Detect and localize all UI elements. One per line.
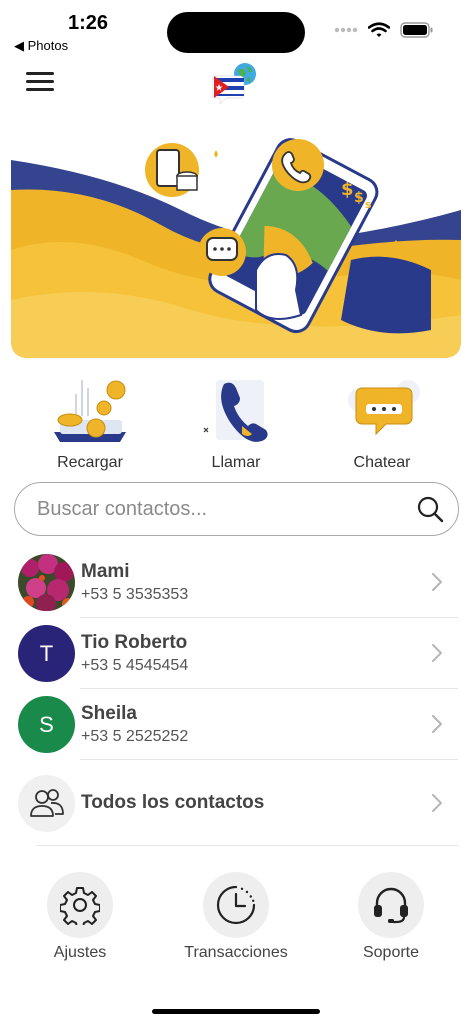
contact-row-mami[interactable]: Mami +53 5 3535353 [0, 547, 472, 618]
avatar-photo [18, 554, 75, 611]
chevron-right-icon [432, 794, 442, 812]
contact-name: Mami [81, 561, 130, 582]
home-indicator [152, 1009, 320, 1014]
chat-action-button[interactable]: Chatear [312, 370, 452, 472]
contact-row-tio-roberto[interactable]: T Tio Roberto +53 5 4545454 [0, 618, 472, 689]
app-logo [212, 63, 256, 105]
call-label: Llamar [211, 454, 261, 471]
avatar-initial: T [18, 625, 75, 682]
contact-list: Mami +53 5 3535353 T Tio Roberto +53 5 4… [0, 547, 472, 846]
recharge-coins-icon [54, 380, 126, 442]
hero-banner-illustration: $ $ s [11, 138, 461, 358]
phone-call-icon [203, 380, 268, 442]
svg-text:$: $ [341, 179, 354, 200]
status-icons [334, 22, 434, 38]
chevron-right-icon [432, 644, 442, 662]
gear-icon [60, 887, 100, 925]
contact-phone: +53 5 2525252 [81, 728, 189, 745]
chat-bubble-icon [348, 380, 420, 436]
all-contacts-label: Todos los contactos [81, 792, 265, 813]
avatar-initial: S [18, 696, 75, 753]
back-to-photos-link[interactable]: ◀ Photos [14, 38, 68, 54]
transactions-button[interactable]: Transacciones [161, 872, 311, 962]
contact-name: Tio Roberto [81, 632, 188, 653]
all-contacts-row[interactable]: Todos los contactos [0, 760, 472, 846]
search-input[interactable] [37, 497, 416, 521]
wifi-icon [368, 22, 390, 37]
hamburger-menu-button[interactable] [26, 72, 54, 94]
svg-text:s: s [365, 198, 372, 211]
battery-icon [400, 22, 433, 38]
contact-row-sheila[interactable]: S Sheila +53 5 2525252 [0, 689, 472, 760]
history-clock-icon [216, 885, 256, 925]
recharge-label: Recargar [57, 454, 123, 471]
support-label: Soporte [362, 944, 420, 961]
contact-phone: +53 5 3535353 [81, 586, 189, 603]
search-bar[interactable] [14, 482, 459, 536]
contact-phone: +53 5 4545454 [81, 657, 189, 674]
cellular-signal-icon [334, 27, 358, 33]
chat-label: Chatear [353, 454, 411, 471]
support-button[interactable]: Soporte [316, 872, 466, 962]
dynamic-island [167, 12, 305, 53]
settings-button[interactable]: Ajustes [5, 872, 155, 962]
search-icon[interactable] [416, 495, 444, 523]
people-icon [18, 774, 75, 832]
contact-name: Sheila [81, 703, 137, 724]
chevron-right-icon [432, 573, 442, 591]
call-action-button[interactable]: Llamar [166, 370, 306, 472]
chevron-right-icon [432, 715, 442, 733]
svg-text:$: $ [354, 190, 364, 206]
headset-icon [374, 887, 408, 924]
recharge-action-button[interactable]: Recargar [20, 370, 160, 472]
settings-label: Ajustes [53, 944, 107, 961]
transactions-label: Transacciones [184, 944, 288, 961]
status-time: 1:26 [68, 12, 109, 34]
